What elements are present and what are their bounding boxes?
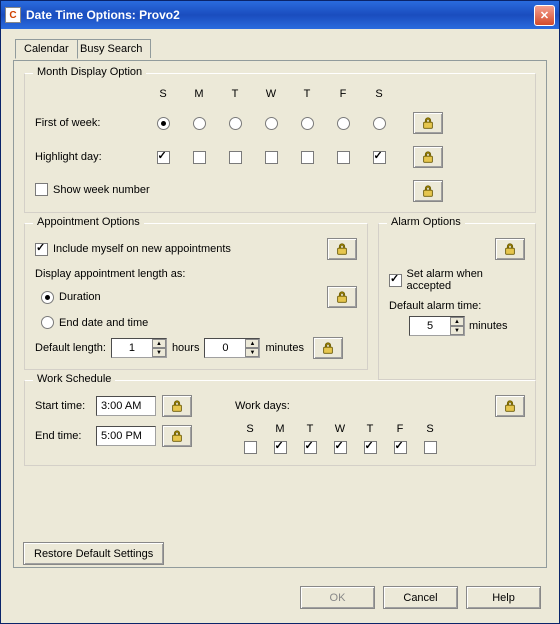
lock-button[interactable] — [162, 425, 192, 447]
first-of-week-radio[interactable] — [229, 117, 242, 130]
lock-button[interactable] — [162, 395, 192, 417]
first-of-week-radio[interactable] — [373, 117, 386, 130]
lock-button[interactable] — [327, 286, 357, 308]
highlight-day-check[interactable] — [265, 151, 278, 164]
default-length-hours-input[interactable] — [112, 341, 152, 355]
start-time-input[interactable] — [96, 396, 156, 416]
workday-check[interactable] — [424, 441, 437, 454]
start-time-label: Start time: — [35, 400, 90, 412]
close-button[interactable]: ✕ — [534, 5, 555, 26]
workday-check[interactable] — [334, 441, 347, 454]
spinner-down[interactable]: ▼ — [245, 348, 259, 357]
workday-check[interactable] — [364, 441, 377, 454]
help-button[interactable]: Help — [466, 586, 541, 609]
end-time-label: End time: — [35, 430, 90, 442]
lock-button[interactable] — [327, 238, 357, 260]
default-alarm-time-input[interactable] — [410, 319, 450, 333]
footer-buttons: OK Cancel Help — [300, 586, 541, 609]
day-header: T — [304, 88, 311, 100]
tab-panel-calendar: S M T W T F S First of week: — [13, 60, 547, 568]
highlight-day-check[interactable] — [229, 151, 242, 164]
workday-header: S — [426, 423, 433, 435]
spinner-down[interactable]: ▼ — [450, 326, 464, 335]
titlebar: C Date Time Options: Provo2 ✕ — [1, 1, 559, 29]
spinner-up[interactable]: ▲ — [450, 317, 464, 326]
workday-header: W — [335, 423, 345, 435]
highlight-day-check[interactable] — [157, 151, 170, 164]
day-header: M — [194, 88, 203, 100]
workday-header: M — [275, 423, 284, 435]
first-of-week-radio[interactable] — [301, 117, 314, 130]
show-week-number-check[interactable] — [35, 183, 48, 196]
workday-check[interactable] — [304, 441, 317, 454]
include-myself-check[interactable] — [35, 243, 48, 256]
first-of-week-label: First of week: — [35, 117, 100, 129]
show-week-number-label: Show week number — [53, 184, 150, 196]
default-length-minutes[interactable]: ▲▼ — [204, 338, 260, 358]
lock-button[interactable] — [413, 146, 443, 168]
minutes-label: minutes — [265, 342, 304, 354]
default-length-label: Default length: — [35, 342, 106, 354]
work-days-label: Work days: — [235, 400, 290, 412]
default-length-minutes-input[interactable] — [205, 341, 245, 355]
tab-calendar[interactable]: Calendar — [15, 39, 78, 59]
highlight-day-check[interactable] — [301, 151, 314, 164]
app-icon: C — [5, 7, 21, 23]
workday-check[interactable] — [274, 441, 287, 454]
workday-header: S — [246, 423, 253, 435]
workday-check[interactable] — [394, 441, 407, 454]
restore-defaults-button[interactable]: Restore Default Settings — [23, 542, 164, 565]
highlight-day-check[interactable] — [337, 151, 350, 164]
highlight-day-label: Highlight day: — [35, 151, 102, 163]
day-header: W — [266, 88, 276, 100]
default-alarm-time-label: Default alarm time: — [389, 300, 481, 312]
cancel-button[interactable]: Cancel — [383, 586, 458, 609]
day-header: S — [159, 88, 166, 100]
group-work-schedule: Start time: End time: Work days: — [24, 380, 536, 466]
display-length-as-label: Display appointment length as: — [35, 268, 357, 280]
end-date-time-label: End date and time — [59, 317, 148, 329]
workday-header: T — [367, 423, 374, 435]
lock-button[interactable] — [495, 238, 525, 260]
include-myself-label: Include myself on new appointments — [53, 243, 231, 255]
group-appointment-options: Include myself on new appointments Displ… — [24, 223, 368, 370]
duration-radio[interactable] — [41, 291, 54, 304]
ok-button[interactable]: OK — [300, 586, 375, 609]
workday-header: F — [397, 423, 404, 435]
end-time-input[interactable] — [96, 426, 156, 446]
first-of-week-radio[interactable] — [193, 117, 206, 130]
default-length-hours[interactable]: ▲▼ — [111, 338, 167, 358]
highlight-day-check[interactable] — [373, 151, 386, 164]
client-area: Calendar Busy Search S M T W T F S First… — [1, 29, 559, 623]
spinner-down[interactable]: ▼ — [152, 348, 166, 357]
group-month-display: S M T W T F S First of week: — [24, 73, 536, 213]
spinner-up[interactable]: ▲ — [152, 339, 166, 348]
spinner-up[interactable]: ▲ — [245, 339, 259, 348]
lock-button[interactable] — [413, 180, 443, 202]
workday-check[interactable] — [244, 441, 257, 454]
alarm-unit-label: minutes — [469, 320, 508, 332]
window: C Date Time Options: Provo2 ✕ Calendar B… — [0, 0, 560, 624]
end-date-time-radio[interactable] — [41, 316, 54, 329]
window-title: Date Time Options: Provo2 — [26, 8, 534, 22]
duration-label: Duration — [59, 291, 101, 303]
default-alarm-time[interactable]: ▲▼ — [409, 316, 465, 336]
tab-busy-search[interactable]: Busy Search — [71, 39, 151, 58]
highlight-day-check[interactable] — [193, 151, 206, 164]
set-alarm-label: Set alarm when accepted — [407, 268, 526, 292]
day-header: F — [340, 88, 347, 100]
day-header: S — [375, 88, 382, 100]
first-of-week-radio[interactable] — [157, 117, 170, 130]
hours-label: hours — [172, 342, 200, 354]
group-alarm-options: Set alarm when accepted Default alarm ti… — [378, 223, 536, 380]
lock-button[interactable] — [495, 395, 525, 417]
day-header: T — [232, 88, 239, 100]
lock-button[interactable] — [313, 337, 343, 359]
tabstrip: Calendar Busy Search — [13, 39, 547, 61]
workday-header: T — [307, 423, 314, 435]
set-alarm-check[interactable] — [389, 274, 402, 287]
first-of-week-radio[interactable] — [265, 117, 278, 130]
lock-button[interactable] — [413, 112, 443, 134]
first-of-week-radio[interactable] — [337, 117, 350, 130]
